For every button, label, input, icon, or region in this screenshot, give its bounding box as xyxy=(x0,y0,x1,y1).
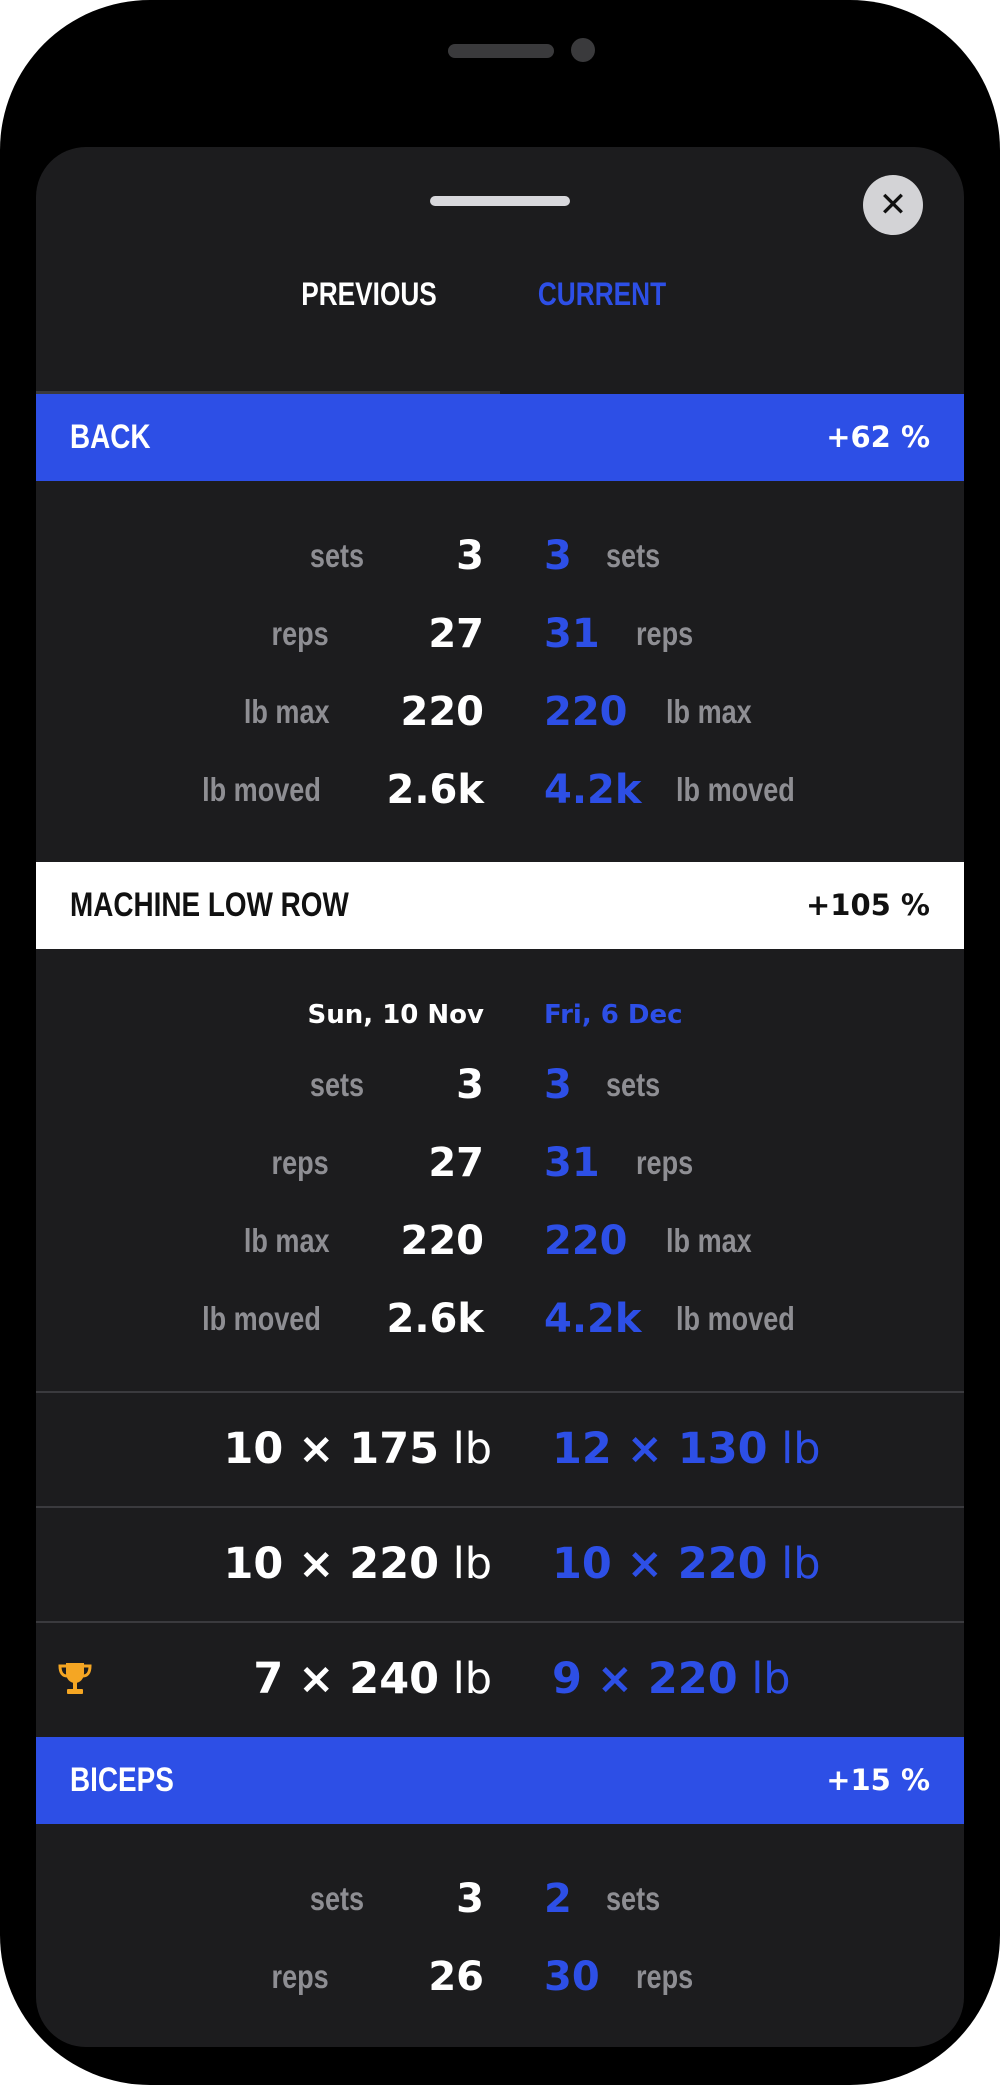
stat-label: lb max xyxy=(666,693,752,730)
stat-label: lb max xyxy=(244,693,330,730)
set-previous: 7 × 240 lb xyxy=(253,1623,492,1736)
stat-value-previous: 27 xyxy=(428,1140,484,1186)
stat-row-sets: sets 3 2 sets xyxy=(36,1869,964,1929)
trophy-icon xyxy=(58,1663,92,1694)
stat-row-lb-moved: lb moved 2.6k 4.2k lb moved xyxy=(36,760,964,820)
section-percent-change: +62 % xyxy=(826,420,930,454)
unit-label: lb xyxy=(781,1539,821,1589)
tab-current[interactable]: CURRENT xyxy=(536,247,667,341)
stat-label: sets xyxy=(606,537,661,574)
stat-value-current: 3 xyxy=(544,1062,572,1108)
stat-value-current: 31 xyxy=(544,611,600,657)
stat-row-lb-max: lb max 220 220 lb max xyxy=(36,682,964,742)
stat-row-lb-max: lb max 220 220 lb max xyxy=(36,1211,964,1271)
stat-row-sets: sets 3 3 sets xyxy=(36,1055,964,1115)
stat-label: lb max xyxy=(244,1222,330,1259)
section-title: BACK xyxy=(70,418,151,456)
unit-label: lb xyxy=(452,1654,492,1704)
stat-value-previous: 2.6k xyxy=(386,1296,484,1342)
set-current: 10 × 220 lb xyxy=(552,1508,821,1621)
stat-value-current: 2 xyxy=(544,1876,572,1922)
stat-label: lb moved xyxy=(202,1300,321,1337)
session-date-current: Fri, 6 Dec xyxy=(544,1000,683,1030)
front-camera xyxy=(571,38,595,62)
sheet-drag-handle[interactable] xyxy=(430,196,570,206)
stat-value-previous: 3 xyxy=(456,1876,484,1922)
stat-row-reps: reps 27 31 reps xyxy=(36,604,964,664)
stat-label: reps xyxy=(271,1958,329,1995)
section-header-back[interactable]: BACK +62 % xyxy=(36,394,964,481)
comparison-sheet: ✕ PREVIOUS CURRENT BACK +62 % sets 3 3 s… xyxy=(36,147,964,2047)
stat-label: sets xyxy=(606,1880,661,1917)
section-header-machine-low-row[interactable]: MACHINE LOW ROW +105 % xyxy=(36,862,964,949)
stat-value-current: 31 xyxy=(544,1140,600,1186)
stat-label: reps xyxy=(271,1144,329,1181)
tab-bar: PREVIOUS CURRENT xyxy=(36,247,964,343)
stat-label: sets xyxy=(309,1880,364,1917)
stat-label: reps xyxy=(636,1144,694,1181)
stat-value-previous: 3 xyxy=(456,1062,484,1108)
stat-label: lb moved xyxy=(676,1300,795,1337)
stat-value-previous: 3 xyxy=(456,533,484,579)
stat-label: sets xyxy=(309,537,364,574)
close-button[interactable]: ✕ xyxy=(863,175,923,235)
stat-value-current: 30 xyxy=(544,1954,600,2000)
set-current-value: 9 × 220 xyxy=(552,1654,738,1704)
set-previous-value: 7 × 240 xyxy=(253,1654,440,1704)
close-icon: ✕ xyxy=(878,185,908,225)
stat-row-reps: reps 26 30 reps xyxy=(36,1947,964,2007)
stat-value-current: 220 xyxy=(544,1218,628,1264)
unit-label: lb xyxy=(452,1424,492,1474)
stat-label: reps xyxy=(271,615,329,652)
stat-row-sets: sets 3 3 sets xyxy=(36,526,964,586)
set-current: 9 × 220 lb xyxy=(552,1623,791,1736)
section-title: MACHINE LOW ROW xyxy=(70,886,349,924)
section-percent-change: +105 % xyxy=(806,888,930,922)
stat-label: lb max xyxy=(666,1222,752,1259)
phone-frame: ✕ PREVIOUS CURRENT BACK +62 % sets 3 3 s… xyxy=(0,0,1000,2085)
set-row: 10 × 175 lb 12 × 130 lb xyxy=(36,1391,964,1506)
set-previous: 10 × 175 lb xyxy=(224,1393,493,1506)
set-current-value: 12 × 130 xyxy=(552,1424,768,1474)
set-row: 10 × 220 lb 10 × 220 lb xyxy=(36,1506,964,1621)
set-previous: 10 × 220 lb xyxy=(224,1508,493,1621)
stat-row-reps: reps 27 31 reps xyxy=(36,1133,964,1193)
set-previous-value: 10 × 220 xyxy=(223,1539,440,1589)
stat-value-previous: 220 xyxy=(400,689,485,735)
stat-label: lb moved xyxy=(202,771,321,808)
stat-value-current: 4.2k xyxy=(544,1296,642,1342)
stat-value-current: 4.2k xyxy=(544,767,642,813)
set-previous-value: 10 × 175 xyxy=(223,1424,440,1474)
stat-value-current: 220 xyxy=(544,689,628,735)
tab-previous[interactable]: PREVIOUS xyxy=(299,247,438,341)
unit-label: lb xyxy=(452,1539,492,1589)
stat-value-previous: 2.6k xyxy=(386,767,484,813)
stat-value-previous: 27 xyxy=(428,611,484,657)
stat-value-current: 3 xyxy=(544,533,572,579)
stat-label: sets xyxy=(606,1066,661,1103)
unit-label: lb xyxy=(781,1424,821,1474)
set-current: 12 × 130 lb xyxy=(552,1393,821,1506)
set-row: 7 × 240 lb 9 × 220 lb xyxy=(36,1621,964,1736)
stat-value-previous: 220 xyxy=(400,1218,485,1264)
session-date-previous: Sun, 10 Nov xyxy=(307,1000,484,1030)
stat-value-previous: 26 xyxy=(428,1954,484,2000)
stat-label: reps xyxy=(636,615,694,652)
stat-row-lb-moved: lb moved 2.6k 4.2k lb moved xyxy=(36,1289,964,1349)
stat-label: sets xyxy=(309,1066,364,1103)
section-percent-change: +15 % xyxy=(826,1763,930,1797)
section-title: BICEPS xyxy=(70,1761,174,1799)
stat-label: reps xyxy=(636,1958,694,1995)
speaker-grille xyxy=(448,44,554,58)
unit-label: lb xyxy=(751,1654,791,1704)
stat-label: lb moved xyxy=(676,771,795,808)
set-current-value: 10 × 220 xyxy=(552,1539,768,1589)
section-header-biceps[interactable]: BICEPS +15 % xyxy=(36,1737,964,1824)
